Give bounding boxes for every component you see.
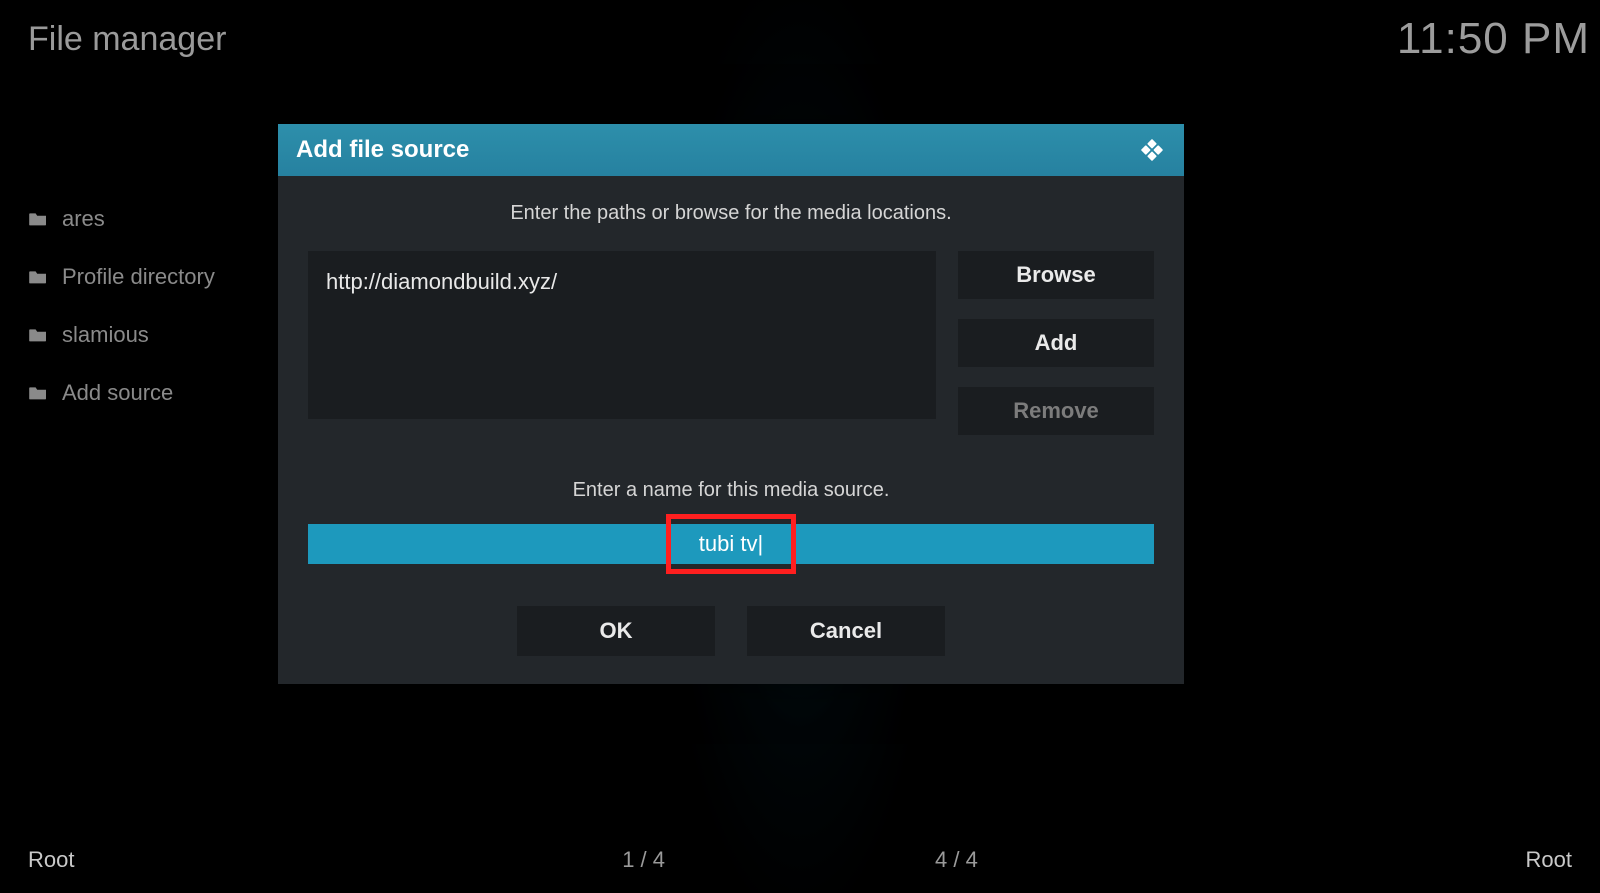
file-item-label: ares: [62, 206, 105, 232]
dialog-header: Add file source: [278, 124, 1184, 176]
file-item-label: slamious: [62, 322, 149, 348]
footer-root-right: Root: [1526, 847, 1572, 873]
path-input[interactable]: http://diamondbuild.xyz/: [308, 251, 936, 419]
footer-count-left: 1 / 4: [622, 847, 665, 873]
add-file-source-dialog: Add file source Enter the paths or brows…: [278, 124, 1184, 684]
folder-icon: [28, 269, 48, 285]
file-item-profile-directory[interactable]: Profile directory: [20, 248, 270, 306]
source-name-value: tubi tv: [699, 531, 758, 557]
source-name-input[interactable]: tubi tv|: [308, 524, 1154, 564]
file-item-slamious[interactable]: slamious: [20, 306, 270, 364]
folder-icon: [28, 385, 48, 401]
footer-count-right: 4 / 4: [935, 847, 978, 873]
file-item-label: Profile directory: [62, 264, 215, 290]
clock: 11:50 PM: [1397, 14, 1590, 64]
browse-button[interactable]: Browse: [958, 251, 1154, 299]
path-value: http://diamondbuild.xyz/: [326, 269, 557, 294]
kodi-logo-icon: [1138, 136, 1166, 164]
dialog-body: Enter the paths or browse for the media …: [278, 176, 1184, 684]
file-list-left: ares Profile directory slamious Add sour…: [20, 190, 270, 422]
folder-icon: [28, 327, 48, 343]
header-bar: File manager 11:50 PM: [28, 14, 1590, 64]
footer-counts: 1 / 4 4 / 4: [622, 847, 978, 873]
dialog-actions: OK Cancel: [308, 606, 1154, 656]
path-side-buttons: Browse Add Remove: [958, 251, 1154, 435]
ok-button[interactable]: OK: [517, 606, 715, 656]
paths-row: http://diamondbuild.xyz/ Browse Add Remo…: [308, 251, 1154, 435]
file-item-add-source[interactable]: Add source: [20, 364, 270, 422]
dialog-title: Add file source: [296, 136, 469, 164]
footer-root-left: Root: [28, 847, 74, 873]
cancel-button[interactable]: Cancel: [747, 606, 945, 656]
text-cursor: |: [757, 531, 763, 557]
folder-icon: [28, 211, 48, 227]
remove-button: Remove: [958, 387, 1154, 435]
file-item-label: Add source: [62, 380, 173, 406]
file-item-ares[interactable]: ares: [20, 190, 270, 248]
page-title: File manager: [28, 20, 226, 59]
add-button[interactable]: Add: [958, 319, 1154, 367]
footer-bar: Root 1 / 4 4 / 4 Root: [0, 847, 1600, 873]
name-input-wrap: tubi tv|: [308, 524, 1154, 564]
name-hint: Enter a name for this media source.: [308, 479, 1154, 502]
paths-hint: Enter the paths or browse for the media …: [308, 202, 1154, 225]
